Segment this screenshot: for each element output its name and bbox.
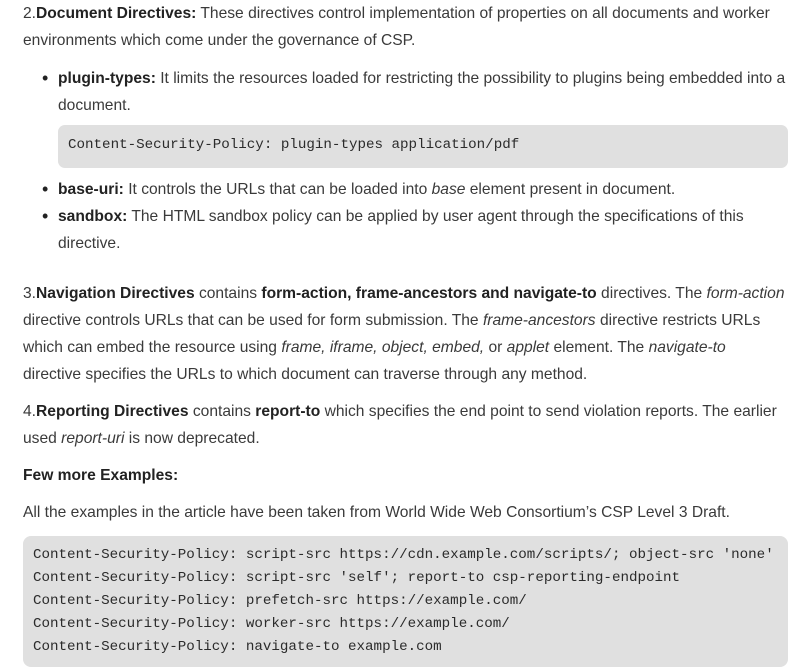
code-line: Content-Security-Policy: script-src 'sel… [33, 570, 681, 586]
list-item-text: element present in document. [465, 181, 676, 198]
bullet-icon: • [42, 206, 49, 226]
code-line: Content-Security-Policy: script-src http… [33, 547, 774, 563]
code-line: Content-Security-Policy: prefetch-src ht… [33, 593, 527, 609]
section-italic: frame-ancestors [482, 312, 596, 329]
list-item-text: The HTML sandbox policy can be applied b… [58, 208, 744, 252]
section-text: contains [194, 285, 262, 302]
section-bold-text: report-to [255, 403, 321, 420]
section-text: directives. The [596, 285, 707, 302]
section-text: is now deprecated. [124, 430, 260, 447]
section-italic: report-uri [61, 430, 125, 447]
list-item-term: base-uri: [58, 181, 124, 198]
section-navigation-directives: 3.Navigation Directives contains form-ac… [23, 280, 788, 388]
examples-heading: Few more Examples: [23, 462, 788, 489]
section-number: 2. [23, 5, 37, 22]
section-italic: form-action [706, 285, 785, 302]
examples-heading-text: Few more Examples: [23, 467, 179, 484]
bullet-icon: • [42, 179, 49, 199]
section-italic: applet [506, 339, 550, 356]
code-line: Content-Security-Policy: worker-src http… [33, 616, 510, 632]
section-reporting-directives: 4.Reporting Directives contains report-t… [23, 398, 788, 452]
section-text: element. The [549, 339, 649, 356]
section-italic: frame, iframe, object, embed, [281, 339, 485, 356]
section-title: Navigation Directives [36, 285, 195, 302]
list-item-text: It limits the resources loaded for restr… [58, 70, 786, 114]
list-item-term: sandbox: [58, 208, 128, 225]
section-title: Reporting Directives [36, 403, 189, 420]
list-item-plugin-types: • plugin-types: It limits the resources … [23, 65, 788, 119]
section-italic: navigate-to [648, 339, 726, 356]
section-document-directives: 2.Document Directives: These directives … [23, 0, 788, 54]
list-item-sandbox: • sandbox: The HTML sandbox policy can b… [23, 203, 788, 257]
list-item-italic: base [431, 181, 466, 198]
section-text: directive controls URLs that can be used… [23, 312, 483, 329]
list-item-base-uri: • base-uri: It controls the URLs that ca… [23, 176, 788, 203]
code-snippet-plugin-types: Content-Security-Policy: plugin-types ap… [58, 125, 788, 168]
section-bold-text: form-action, frame-ancestors and navigat… [261, 285, 597, 302]
examples-code-block: Content-Security-Policy: script-src http… [23, 536, 788, 667]
list-item-term: plugin-types: [58, 70, 156, 87]
bullet-icon: • [42, 68, 49, 88]
examples-intro: All the examples in the article have bee… [23, 504, 730, 521]
section-title: Document Directives: [36, 5, 197, 22]
article-body: 2.Document Directives: These directives … [0, 0, 812, 667]
section-number: 4. [23, 403, 37, 420]
document-directives-list-continued: • base-uri: It controls the URLs that ca… [23, 176, 788, 257]
section-text: directive specifies the URLs to which do… [23, 366, 588, 383]
section-text: or [484, 339, 507, 356]
document-directives-list: • plugin-types: It limits the resources … [23, 65, 788, 119]
code-line: Content-Security-Policy: navigate-to exa… [33, 639, 442, 655]
section-text: contains [188, 403, 256, 420]
code-line: Content-Security-Policy: plugin-types ap… [68, 137, 520, 153]
list-item-text: It controls the URLs that can be loaded … [123, 181, 432, 198]
section-number: 3. [23, 285, 37, 302]
